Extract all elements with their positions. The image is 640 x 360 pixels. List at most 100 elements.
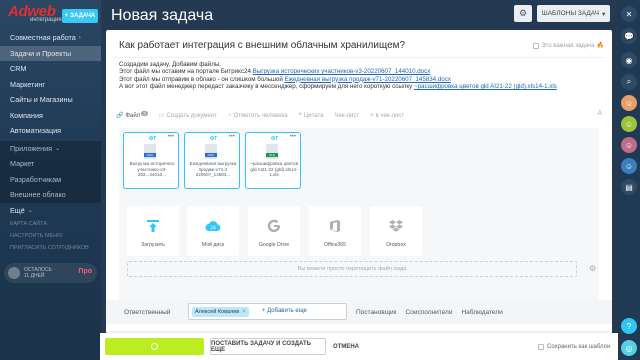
responsible-row: Ответственный Алексей Ковалев × + Добави…: [106, 300, 612, 324]
doc-file-icon: DOC: [205, 144, 217, 159]
chat-icon[interactable]: 💬: [621, 28, 637, 44]
file-card[interactable]: ФТ ••• DOC Выгрузка историческ участнико…: [123, 132, 179, 189]
toolbar-checklist-button[interactable]: Чек-лист: [335, 113, 360, 119]
trial-text: ОСТАЛОСЬ 11 ДНЕЙ: [24, 267, 52, 279]
important-checkbox[interactable]: [533, 42, 540, 49]
avatar[interactable]: ☺: [621, 158, 637, 174]
sidebar-item-crm[interactable]: CRM: [0, 61, 101, 77]
desc-line-3: Этот файл мы отправим в облако - он слиш…: [119, 76, 599, 83]
sidebar-item-label: Ещё: [10, 205, 25, 215]
upload-source-local[interactable]: Загрузить: [127, 206, 179, 256]
add-task-button[interactable]: + ЗАДАЧА: [62, 9, 98, 23]
file-card[interactable]: ФТ ••• DOC Ежедневная выгрузка продаж-v7…: [184, 132, 240, 189]
configure-menu-link[interactable]: НАСТРОИТЬ МЕНЮ: [0, 230, 101, 242]
upload-source-google-drive[interactable]: Google Drive: [248, 206, 300, 256]
save-as-template-toggle[interactable]: Сохранить как шаблон: [538, 344, 610, 350]
close-icon[interactable]: ×: [242, 309, 246, 315]
upload-source-office365[interactable]: Office365: [309, 206, 361, 256]
sidebar-item-collaboration[interactable]: Совместная работа ›: [0, 30, 101, 46]
sidebar-item-apps[interactable]: Приложения ⌄: [0, 141, 101, 157]
plus-icon: +: [64, 13, 69, 19]
dropbox-icon: [388, 218, 404, 234]
page-title: Новая задача: [111, 7, 214, 24]
plus-icon: +: [370, 112, 374, 119]
file-card[interactable]: ФТ ••• XLS ~расшифровка цветов gld AI21-…: [245, 132, 301, 189]
upload-source-dropbox[interactable]: Dropbox: [370, 206, 422, 256]
left-sidebar: Adweb интеграция + ЗАДАЧА Совместная раб…: [0, 0, 101, 360]
file-tag: ФТ: [149, 136, 157, 142]
desc-text: А вот этот файл менеджер передаст заказч…: [119, 82, 413, 90]
file-link[interactable]: ~расшифровка цветов gld AI21-22 (gld).xl…: [414, 83, 557, 90]
widget-icon[interactable]: ◎: [621, 340, 637, 356]
file-link[interactable]: Ежедневная выгрузка продаж-v71-20220607_…: [285, 76, 451, 83]
task-title-input[interactable]: Как работает интеграция с внешним облачн…: [119, 40, 405, 51]
toolbar-mention-button[interactable]: ◔ Отметить человека: [228, 113, 288, 119]
file-type: DOC: [205, 153, 217, 157]
task-description-editor[interactable]: Создадим задачу. Добавим файлы. Этот фай…: [119, 61, 599, 90]
task-templates-label: ШАБЛОНЫ ЗАДАЧ: [541, 10, 599, 17]
responsible-chip[interactable]: Алексей Ковалев ×: [192, 307, 249, 317]
important-task-toggle[interactable]: Это важная задача 🔥: [533, 42, 604, 49]
loading-spinner-icon: [151, 343, 158, 350]
avatar[interactable]: ☺: [621, 137, 637, 153]
svg-text:24: 24: [210, 226, 216, 232]
sidebar-item-automation[interactable]: Автоматизация: [0, 123, 101, 139]
avatar[interactable]: ☺: [621, 116, 637, 132]
sidebar-item-market[interactable]: Маркет: [0, 156, 101, 172]
sidebar-item-sites[interactable]: Сайты и Магазины: [0, 92, 101, 108]
sidebar-item-external-cloud[interactable]: Внешнее облако: [0, 187, 101, 203]
desc-line-4: А вот этот файл менеджер передаст заказч…: [119, 83, 599, 90]
toolbar-to-checklist-button[interactable]: + в чек-лист: [370, 113, 404, 119]
search-icon[interactable]: ⌕: [621, 74, 637, 90]
settings-button[interactable]: ⚙: [514, 5, 532, 22]
submit-task-button[interactable]: [105, 338, 204, 355]
more-icon[interactable]: •••: [229, 134, 235, 140]
sidebar-item-label: CRM: [10, 64, 27, 74]
upload-source-label: Загрузить: [141, 242, 165, 248]
sidebar-item-company[interactable]: Компания: [0, 108, 101, 124]
toolbar-quote-button[interactable]: ❝ Цитата: [299, 112, 324, 120]
sidebar-header: Adweb интеграция + ЗАДАЧА: [0, 0, 101, 30]
desc-text: Этот файл мы оставим на портале Битрикс2…: [119, 68, 251, 76]
desc-line-2: Этот файл мы оставим на портале Битрикс2…: [119, 68, 599, 75]
sidebar-item-tasks[interactable]: Задачи и Проекты: [0, 45, 101, 61]
text-format-icon[interactable]: A: [597, 110, 602, 117]
office365-icon: [327, 218, 343, 234]
sitemap-link[interactable]: КАРТА САЙТА: [0, 218, 101, 230]
sidebar-item-more[interactable]: Ещё ⌄: [0, 203, 101, 219]
upload-source-mydrive[interactable]: 24 Мой диск: [187, 206, 239, 256]
file-dropzone[interactable]: Вы можете просто перетащить файл сюда: [127, 261, 577, 277]
toolbar-label: в чек-лист: [375, 112, 405, 119]
sidebar-item-developers[interactable]: Разработчикам: [0, 172, 101, 188]
more-icon[interactable]: •••: [168, 134, 174, 140]
messenger-icon[interactable]: ▤: [621, 179, 637, 195]
trial-banner[interactable]: ОСТАЛОСЬ 11 ДНЕЙ Про: [4, 263, 97, 283]
gear-icon[interactable]: ⚙: [589, 264, 596, 273]
role-link-observers[interactable]: Наблюдатели: [461, 309, 502, 316]
file-name: Выгрузка историческ участнико-v3-202...4…: [129, 161, 175, 178]
sidebar-item-label: Компания: [10, 110, 43, 120]
sidebar-item-label: Автоматизация: [10, 126, 62, 136]
toolbar-file-button[interactable]: 🔗 Файл 3: [116, 110, 148, 119]
close-icon[interactable]: ✕: [621, 6, 637, 22]
role-link-creator[interactable]: Постановщик: [356, 309, 397, 316]
save-template-checkbox[interactable]: [538, 344, 544, 350]
file-link[interactable]: Выгрузка исторических участников-v3-2022…: [253, 68, 431, 75]
responsible-selector[interactable]: Алексей Ковалев × + Добавить еще: [188, 303, 347, 320]
sidebar-item-label: Разработчикам: [10, 174, 62, 184]
notification-icon[interactable]: ◉: [621, 52, 637, 68]
role-link-coexecutors[interactable]: Соисполнители: [406, 309, 453, 316]
submit-and-create-more-button[interactable]: ПОСТАВИТЬ ЗАДАЧУ И СОЗДАТЬ ЕЩЕ: [210, 338, 326, 355]
invite-employees-link[interactable]: ПРИГЛАСИТЬ СОТРУДНИКОВ: [0, 242, 101, 254]
toolbar-create-doc-button[interactable]: ▭ Создать документ: [159, 112, 217, 120]
add-more-link[interactable]: + Добавить еще: [262, 308, 307, 314]
more-icon[interactable]: •••: [290, 134, 296, 140]
sidebar-item-label: Маркет: [10, 159, 35, 169]
sidebar-item-marketing[interactable]: Маркетинг: [0, 77, 101, 93]
my-drive-icon: 24: [205, 218, 221, 234]
help-icon[interactable]: ?: [621, 318, 637, 334]
task-templates-button[interactable]: ШАБЛОНЫ ЗАДАЧ ▾: [537, 5, 610, 22]
cancel-button[interactable]: ОТМЕНА: [333, 344, 359, 350]
avatar[interactable]: ☺: [621, 95, 637, 111]
chevron-down-icon: ▾: [601, 10, 606, 18]
